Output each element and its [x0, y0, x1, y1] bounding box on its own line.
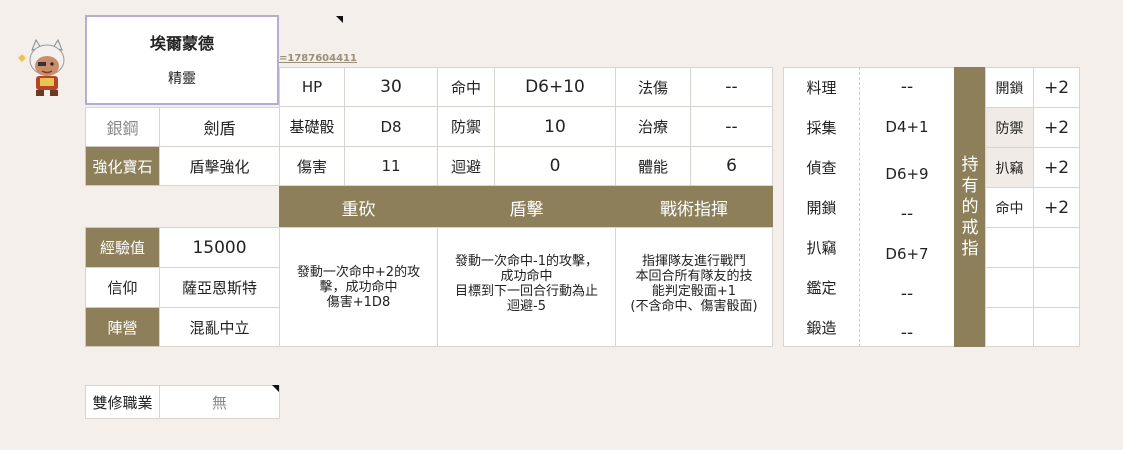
life-skill-forge-value: -- [900, 323, 914, 343]
gem-value: 盾擊強化 [159, 146, 280, 186]
ring-empty-cell [1033, 307, 1080, 347]
skill-name-1: 重砍 [279, 186, 438, 228]
skill-name-3: 戰術指揮 [615, 186, 773, 228]
ring-4-label: 命中 [985, 187, 1034, 228]
dual-class-value: 無 [159, 385, 280, 419]
life-skill-pickpocket-value: D6+7 [885, 245, 929, 263]
stat-defense-value: 10 [494, 106, 616, 147]
life-skill-cooking-value: -- [900, 77, 914, 97]
exp-value: 15000 [159, 227, 280, 268]
life-skill-cooking-label: 料理 [806, 78, 837, 97]
stat-base-dice-label: 基礎骰 [279, 106, 345, 147]
character-name-box: 埃爾蒙德 精靈 [85, 15, 279, 105]
avatar [14, 36, 80, 100]
faith-value: 薩亞恩斯特 [159, 267, 280, 308]
note-corner-marker [336, 16, 343, 23]
stat-defense-label: 防禦 [437, 106, 495, 147]
life-skill-gather-label: 採集 [806, 118, 837, 137]
life-skill-lockpick-label: 開鎖 [806, 198, 837, 217]
skill-desc-2: 發動一次命中-1的攻擊， 成功命中 目標到下一回合行動為止 迴避-5 [437, 227, 616, 347]
rings-title: 持 有 的 戒 指 [954, 67, 986, 347]
stat-damage-label: 傷害 [279, 146, 345, 186]
character-sprite-icon [17, 38, 65, 96]
character-race: 精靈 [168, 71, 196, 87]
stat-hp-value: 30 [344, 67, 438, 107]
note-corner-marker [272, 385, 279, 392]
stat-evade-value: 0 [494, 146, 616, 186]
weapon-label: 銀鋼 [85, 107, 160, 147]
skill-name-2: 盾擊 [437, 186, 616, 228]
character-name: 埃爾蒙德 [149, 34, 214, 53]
ring-empty-cell [1033, 227, 1080, 268]
ring-1-label: 開鎖 [985, 67, 1034, 108]
character-id-link[interactable]: =1787604411 [279, 53, 357, 64]
gem-label: 強化寶石 [85, 146, 160, 186]
dual-class-label: 雙修職業 [85, 385, 160, 419]
exp-label: 經驗值 [85, 227, 160, 268]
ring-3-label: 扒竊 [985, 147, 1034, 188]
life-skill-lockpick-value: -- [900, 204, 914, 224]
stat-base-dice-value: D8 [344, 106, 438, 147]
life-skill-gather-value: D4+1 [885, 118, 929, 136]
ring-2-value: +2 [1033, 107, 1080, 148]
camp-value: 混亂中立 [159, 307, 280, 347]
stat-hp-label: HP [279, 67, 345, 107]
ring-1-value: +2 [1033, 67, 1080, 108]
life-skill-appraise-label: 鑑定 [806, 278, 837, 297]
skill-desc-3: 指揮隊友進行戰鬥 本回合所有隊友的技 能判定骰面+1 (不含命中、傷害骰面) [615, 227, 773, 347]
stat-hit-value: D6+10 [494, 67, 616, 107]
stat-hit-label: 命中 [437, 67, 495, 107]
life-skill-scout-label: 偵查 [806, 158, 837, 177]
stat-stamina-label: 體能 [615, 146, 691, 186]
camp-label: 陣營 [85, 307, 160, 347]
ring-empty-cell [1033, 267, 1080, 308]
ring-2-label: 防禦 [985, 107, 1034, 148]
faith-label: 信仰 [85, 267, 160, 308]
stat-magic-label: 法傷 [615, 67, 691, 107]
stat-heal-value: -- [690, 106, 773, 147]
ring-empty-cell [985, 267, 1034, 308]
stat-damage-value: 11 [344, 146, 438, 186]
ring-3-value: +2 [1033, 147, 1080, 188]
weapon-value: 劍盾 [159, 107, 280, 147]
life-skill-forge-label: 鍛造 [806, 318, 837, 337]
stat-magic-value: -- [690, 67, 773, 107]
life-skill-appraise-value: -- [900, 284, 914, 304]
stat-stamina-value: 6 [690, 146, 773, 186]
life-skill-pickpocket-label: 扒竊 [806, 238, 837, 257]
ring-empty-cell [985, 307, 1034, 347]
skill-desc-1: 發動一次命中+2的攻 擊，成功命中 傷害+1D8 [279, 227, 438, 347]
stat-evade-label: 迴避 [437, 146, 495, 186]
stat-heal-label: 治療 [615, 106, 691, 147]
ring-empty-cell [985, 227, 1034, 268]
life-skill-scout-value: D6+9 [885, 165, 929, 183]
ring-4-value: +2 [1033, 187, 1080, 228]
